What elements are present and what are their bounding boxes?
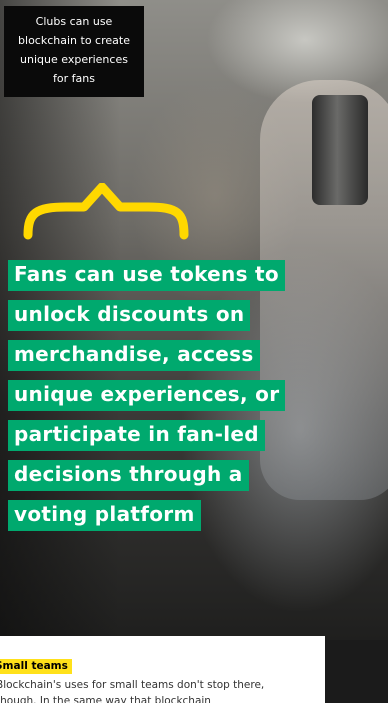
quote-line: merchandise, access: [8, 340, 260, 371]
photo-kettle: [312, 95, 368, 205]
pull-quote: Fans can use tokens to unlock discounts …: [8, 260, 338, 540]
quote-line: voting platform: [8, 500, 201, 531]
quote-line: unique experiences, or: [8, 380, 286, 411]
photo-caption: Clubs can use blockchain to create uniqu…: [4, 6, 144, 97]
caption-line: unique experiences: [20, 53, 128, 66]
section-heading: Small teams: [0, 659, 72, 674]
section-body: Blockchain's uses for small teams don't …: [0, 679, 265, 703]
quote-line: unlock discounts on: [8, 300, 251, 331]
caption-line: for fans: [53, 72, 95, 85]
caption-line: Clubs can use: [35, 15, 113, 28]
brace-icon: [23, 183, 189, 240]
article-section: Small teams Blockchain's uses for small …: [0, 636, 325, 703]
quote-line: Fans can use tokens to: [8, 260, 285, 291]
quote-line: participate in fan-led: [8, 420, 265, 451]
caption-line: blockchain to create: [18, 34, 130, 47]
quote-line: decisions through a: [8, 460, 249, 491]
